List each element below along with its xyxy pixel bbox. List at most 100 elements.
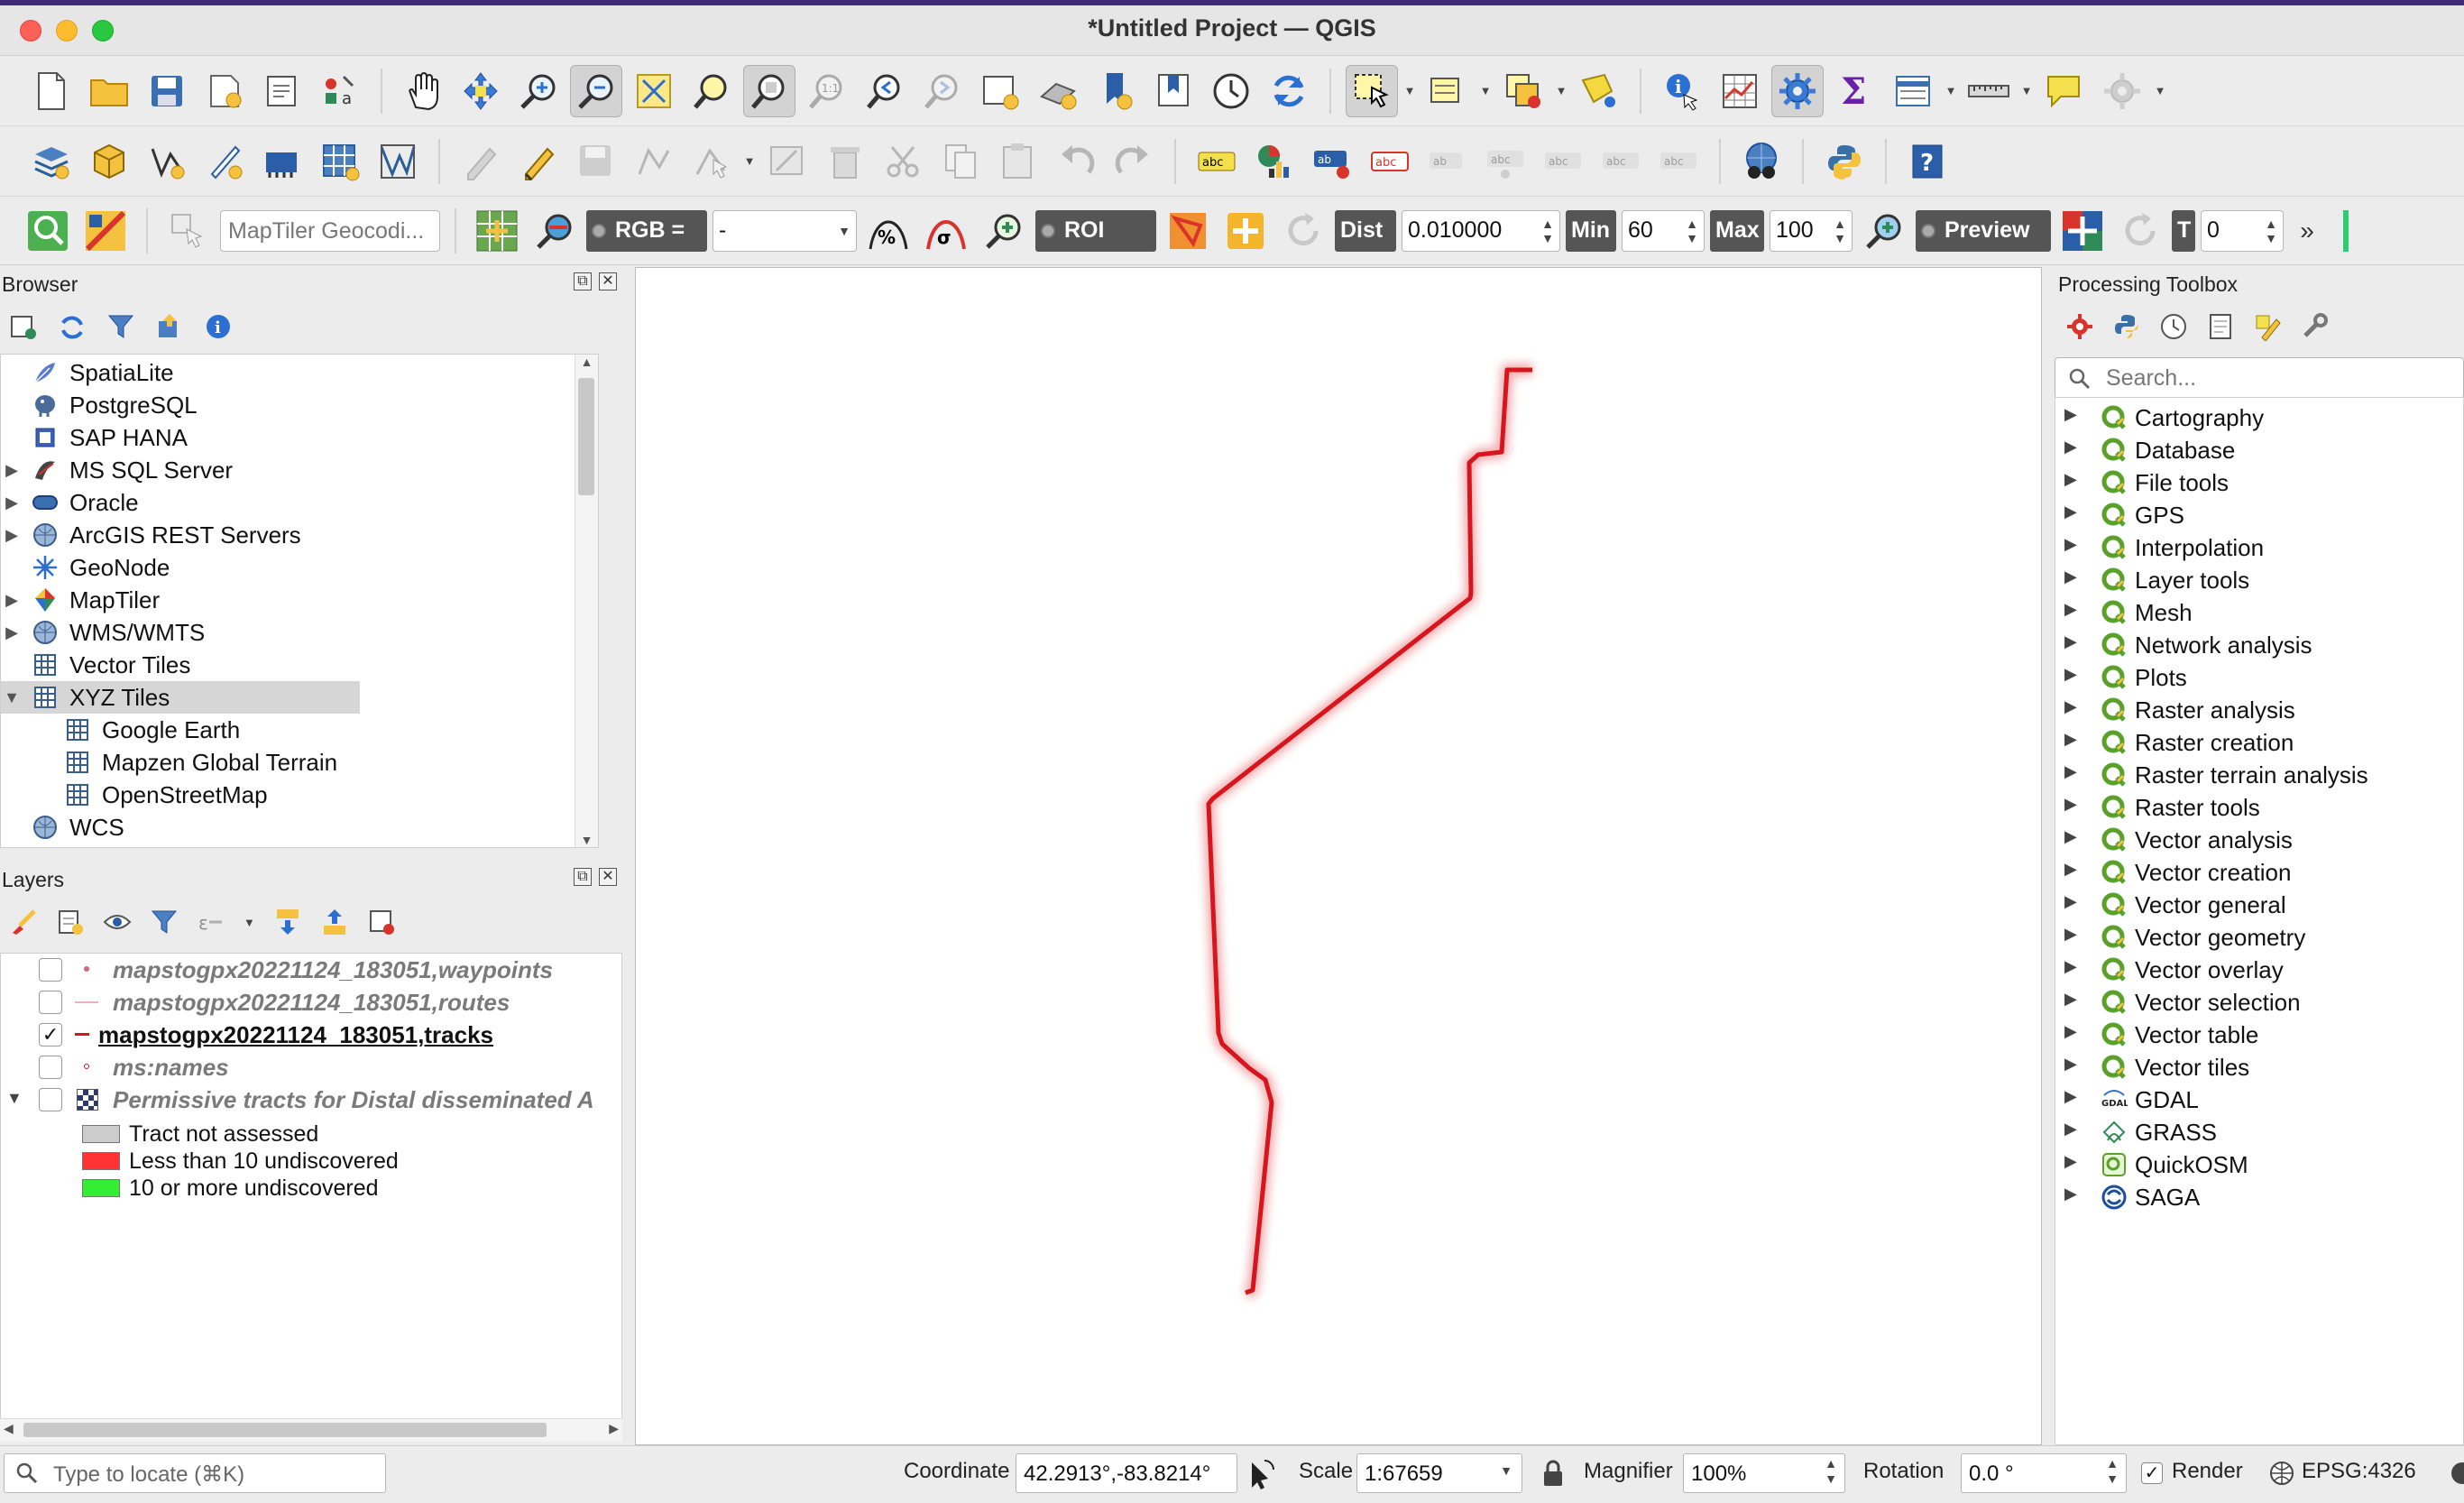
redo-roi-button[interactable] <box>1277 205 1329 257</box>
chevron-down-icon[interactable]: ▼ <box>1 688 23 707</box>
layer-item[interactable]: ▼ Permissive tracts for Distal disseminat… <box>1 1083 621 1116</box>
zoom-to-layer-button[interactable] <box>743 64 795 117</box>
chevron-right-icon[interactable]: ▶ <box>1 493 23 512</box>
processing-toolbox-button[interactable] <box>1771 64 1824 117</box>
new-raster-layer-button[interactable] <box>314 135 366 188</box>
map-tips-button[interactable] <box>2038 65 2091 117</box>
refresh-button[interactable] <box>1263 65 1315 117</box>
browser-item-arcgis-rest-servers[interactable]: ▶ ArcGIS REST Servers <box>1 519 598 551</box>
processing-provider-item[interactable]: ▶ Vector table <box>2055 1019 2463 1051</box>
chevron-right-icon[interactable]: ▶ <box>2064 665 2077 684</box>
change-label-button[interactable]: abc <box>1652 135 1705 188</box>
scroll-thumb[interactable] <box>23 1423 547 1437</box>
layer-item[interactable]: mapstogpx20221124_183051,waypoints <box>1 954 621 986</box>
style-manager-button[interactable]: a <box>314 65 366 117</box>
attribute-table-dropdown[interactable]: ▼ <box>1945 65 1957 117</box>
undo-button[interactable] <box>1050 135 1102 188</box>
lock-icon[interactable] <box>1540 1459 1566 1488</box>
zoom-to-roi-button[interactable] <box>978 205 1030 257</box>
local-cumulative-cut-button[interactable]: % <box>862 205 915 257</box>
layer-visibility-checkbox[interactable] <box>39 958 62 982</box>
chevron-right-icon[interactable]: ▶ <box>2064 957 2077 976</box>
deselect-features-button[interactable] <box>1497 65 1549 117</box>
select-features-button[interactable] <box>1346 64 1398 117</box>
digitize-new-layer-button[interactable] <box>198 135 251 188</box>
processing-provider-item[interactable]: ▶ Raster terrain analysis <box>2055 759 2463 791</box>
help-button[interactable]: ? <box>1901 135 1954 188</box>
redo-preview-button[interactable] <box>2114 205 2166 257</box>
vertex-tool-dropdown[interactable]: ▼ <box>743 135 756 188</box>
show-hide-labels-button[interactable]: abc <box>1479 135 1531 188</box>
chevron-right-icon[interactable]: ▶ <box>2064 1055 2077 1074</box>
python-console-button[interactable] <box>1818 135 1871 188</box>
processing-search-input[interactable]: Search... <box>2055 357 2464 399</box>
pan-to-selection-button[interactable] <box>455 65 507 117</box>
chevron-right-icon[interactable]: ▶ <box>1 591 23 610</box>
deselect-dropdown[interactable]: ▼ <box>1555 65 1568 117</box>
chevron-right-icon[interactable]: ▶ <box>2064 567 2077 586</box>
paste-features-button[interactable] <box>992 135 1044 188</box>
processing-provider-item[interactable]: ▶ GDAL GDAL <box>2055 1083 2463 1116</box>
browser-item-wms-wmts[interactable]: ▶ WMS/WMTS <box>1 616 598 649</box>
processing-provider-item[interactable]: ▶ QuickOSM <box>2055 1148 2463 1181</box>
zoom-in-button[interactable] <box>512 65 565 117</box>
processing-provider-item[interactable]: ▶ Vector creation <box>2055 856 2463 889</box>
new-project-button[interactable] <box>25 65 78 117</box>
copy-features-button[interactable] <box>934 135 987 188</box>
scroll-up-icon[interactable]: ▲ <box>575 355 598 369</box>
current-edits-button[interactable] <box>455 135 507 188</box>
zoom-native-button[interactable]: 1:1 <box>801 65 853 117</box>
add-group-icon[interactable] <box>56 908 85 936</box>
temporal-controller-button[interactable] <box>1205 65 1257 117</box>
layers-horizontal-scrollbar[interactable]: ◀ ▶ <box>0 1418 622 1442</box>
style-brush-icon[interactable] <box>9 908 38 936</box>
processing-provider-item[interactable]: ▶ Vector selection <box>2055 986 2463 1019</box>
render-checkbox[interactable]: ✓ <box>2141 1462 2163 1484</box>
zoom-to-selection-button[interactable] <box>685 65 738 117</box>
pan-map-button[interactable] <box>397 65 449 117</box>
close-panel-button[interactable]: ✕ <box>599 868 617 886</box>
browser-scrollbar[interactable]: ▲ ▼ <box>575 355 598 847</box>
semi-auto-classification-button[interactable] <box>79 205 132 257</box>
dist-spinbox[interactable]: 0.010000 ▲ ▼ <box>1402 209 1560 252</box>
layer-item[interactable]: ✓ mapstogpx20221124_183051,tracks <box>1 1019 621 1051</box>
processing-provider-item[interactable]: ▶ GRASS <box>2055 1116 2463 1148</box>
processing-provider-item[interactable]: ▶ Network analysis <box>2055 629 2463 661</box>
edit-features-in-place-icon[interactable] <box>2253 312 2282 341</box>
plugin-settings-dropdown[interactable]: ▼ <box>2154 65 2166 117</box>
layer-item[interactable]: mapstogpx20221124_183051,routes <box>1 986 621 1019</box>
scroll-left-icon[interactable]: ◀ <box>4 1421 14 1436</box>
mapswipe-plugin-button[interactable] <box>1735 135 1788 188</box>
chevron-right-icon[interactable]: ▶ <box>2064 1120 2077 1139</box>
results-viewer-icon[interactable] <box>2206 312 2235 341</box>
refresh-icon[interactable] <box>58 312 87 341</box>
coordinate-field[interactable]: 42.2913°,-83.8214° <box>1016 1453 1237 1493</box>
pin-labels-button[interactable]: ab <box>1421 135 1474 188</box>
history-clock-icon[interactable] <box>2159 312 2188 341</box>
processing-provider-item[interactable]: ▶ Database <box>2055 434 2463 466</box>
chevron-right-icon[interactable]: ▶ <box>2064 990 2077 1009</box>
rotate-label-button[interactable]: abc <box>1595 135 1647 188</box>
scroll-right-icon[interactable]: ▶ <box>609 1421 619 1436</box>
magnifier-spinbox[interactable]: 100% ▲ ▼ <box>1683 1453 1845 1493</box>
processing-provider-item[interactable]: ▶ Raster creation <box>2055 726 2463 759</box>
create-roi-button[interactable] <box>1162 205 1214 257</box>
zoom-full-button[interactable] <box>628 65 680 117</box>
browser-item-oracle[interactable]: ▶ Oracle <box>1 486 598 519</box>
collapse-all-icon[interactable] <box>320 908 349 936</box>
expand-all-icon[interactable] <box>273 908 302 936</box>
zoom-to-image-button[interactable] <box>529 205 581 257</box>
chevron-right-icon[interactable]: ▶ <box>2064 470 2077 489</box>
python-scripts-icon[interactable] <box>2112 312 2141 341</box>
chevron-right-icon[interactable]: ▶ <box>2064 600 2077 619</box>
local-std-dev-button[interactable]: σ <box>920 205 972 257</box>
zoom-last-button[interactable] <box>859 65 911 117</box>
chevron-right-icon[interactable]: ▶ <box>2064 438 2077 456</box>
zoom-next-button[interactable] <box>916 65 969 117</box>
save-layer-edits-button[interactable] <box>570 135 622 188</box>
browser-item-geonode[interactable]: GeoNode <box>1 551 598 584</box>
select-by-value-button[interactable] <box>1421 65 1474 117</box>
scroll-down-icon[interactable]: ▼ <box>575 833 598 847</box>
browser-item-vector-tiles[interactable]: Vector Tiles <box>1 649 598 681</box>
processing-provider-item[interactable]: ▶ SAGA <box>2055 1181 2463 1213</box>
